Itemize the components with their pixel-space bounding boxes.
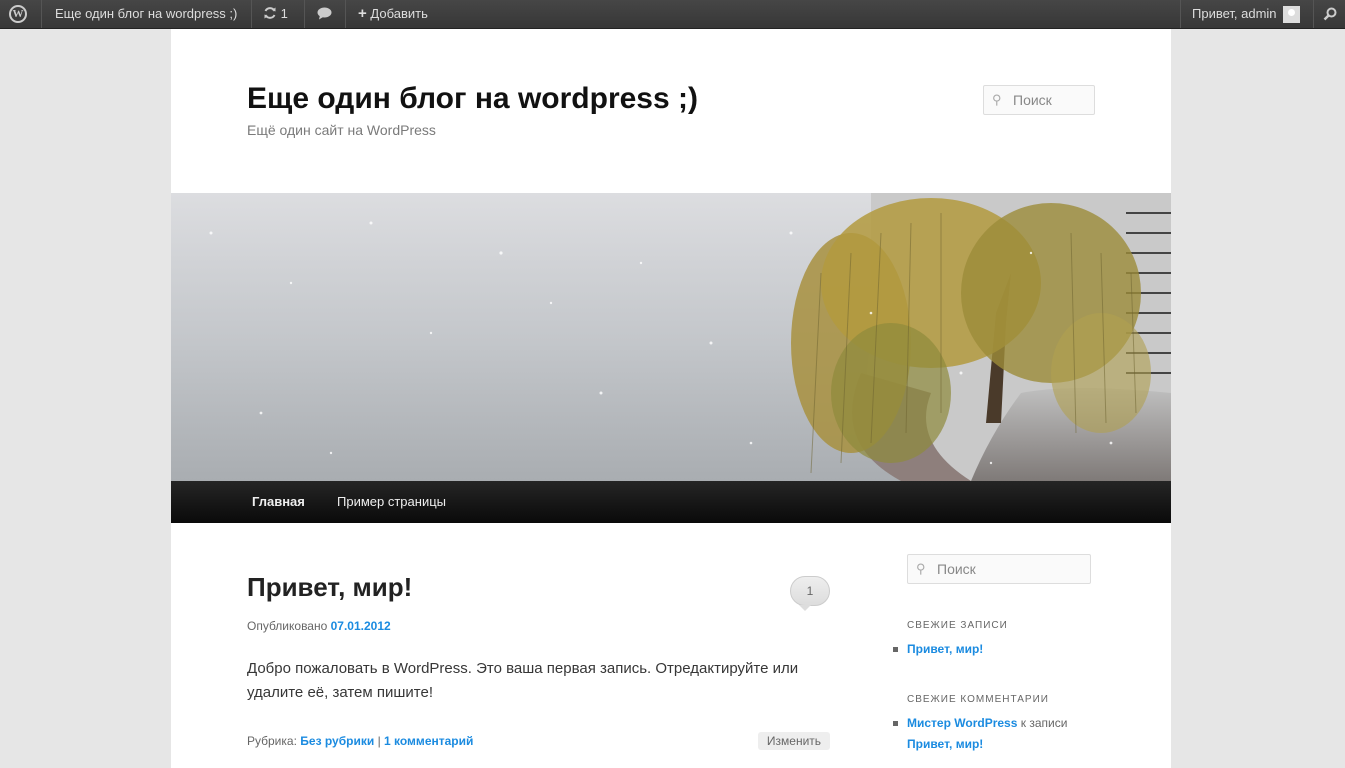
search-placeholder: Поиск [937, 561, 976, 577]
sidebar-search-input[interactable]: ⚲ Поиск [907, 554, 1091, 584]
comment-post-link[interactable]: Привет, мир! [907, 737, 983, 751]
site-description: Ещё один сайт на WordPress [247, 122, 436, 138]
comment-count-bubble[interactable]: 1 [790, 576, 830, 606]
list-bullet [893, 721, 898, 726]
published-label: Опубликовано [247, 619, 328, 633]
search-icon: ⚲ [916, 561, 926, 576]
comments-button[interactable] [317, 0, 332, 28]
nav-item-home[interactable]: Главная [252, 494, 305, 509]
admin-bar-divider [41, 0, 42, 28]
admin-bar-divider [1313, 0, 1314, 28]
comment-author-link[interactable]: Мистер WordPress [907, 716, 1017, 730]
admin-bar-divider [345, 0, 346, 28]
post-text-line: удалите её, затем пишите! [247, 684, 433, 701]
search-icon[interactable] [1323, 7, 1337, 21]
post-text-line: Добро пожаловать в WordPress. Это ваша п… [247, 660, 799, 677]
header-search-input[interactable]: ⚲ Поиск [983, 85, 1095, 115]
admin-bar-divider [1180, 0, 1181, 28]
category-link[interactable]: Без рубрики [300, 734, 374, 748]
recent-posts-title: СВЕЖИЕ ЗАПИСИ [907, 620, 1008, 631]
admin-bar: W Еще один блог на wordpress ;) 1 + Доба… [0, 0, 1345, 29]
refresh-icon [264, 7, 276, 19]
search-icon: ⚲ [992, 92, 1002, 107]
header-photo [171, 193, 1171, 481]
comment-bubble-icon [317, 7, 332, 20]
updates-button[interactable]: 1 [263, 0, 288, 28]
avatar[interactable] [1283, 6, 1300, 23]
plus-icon: + [358, 5, 367, 22]
search-placeholder: Поиск [1013, 92, 1052, 108]
comment-bubble-tail [799, 605, 811, 611]
user-greeting[interactable]: Привет, admin [1192, 0, 1277, 28]
meta-separator: | [377, 734, 381, 748]
edit-button[interactable]: Изменить [758, 732, 830, 750]
admin-bar-site-name[interactable]: Еще один блог на wordpress ;) [55, 0, 237, 28]
nav-item-sample-page[interactable]: Пример страницы [337, 494, 446, 509]
recent-comment-item: Мистер WordPress к записи [907, 716, 1067, 730]
category-label: Рубрика: [247, 734, 297, 748]
admin-bar-divider [304, 0, 305, 28]
comments-link[interactable]: 1 комментарий [384, 734, 473, 748]
post-footer-meta: Рубрика: Без рубрики | 1 комментарий [247, 734, 473, 748]
post-content: Добро пожаловать в WordPress. Это ваша п… [247, 657, 807, 705]
add-new-button[interactable]: + Добавить [358, 0, 428, 28]
recent-post-link[interactable]: Привет, мир! [907, 642, 983, 656]
post-title[interactable]: Привет, мир! [247, 572, 412, 603]
site-title[interactable]: Еще один блог на wordpress ;) [247, 82, 698, 116]
post-date-link[interactable]: 07.01.2012 [331, 619, 391, 633]
page-container: Еще один блог на wordpress ;) Ещё один с… [171, 29, 1171, 768]
post-meta: Опубликовано 07.01.2012 [247, 619, 391, 633]
updates-count: 1 [280, 6, 288, 21]
recent-comments-title: СВЕЖИЕ КОММЕНТАРИИ [907, 694, 1049, 705]
header-image [171, 193, 1171, 481]
admin-bar-divider [251, 0, 252, 28]
wordpress-logo-icon[interactable]: W [9, 5, 27, 23]
main-nav: Главная Пример страницы [171, 481, 1171, 523]
comment-on-text: к записи [1020, 716, 1068, 730]
list-bullet [893, 647, 898, 652]
add-new-label: Добавить [370, 6, 428, 21]
